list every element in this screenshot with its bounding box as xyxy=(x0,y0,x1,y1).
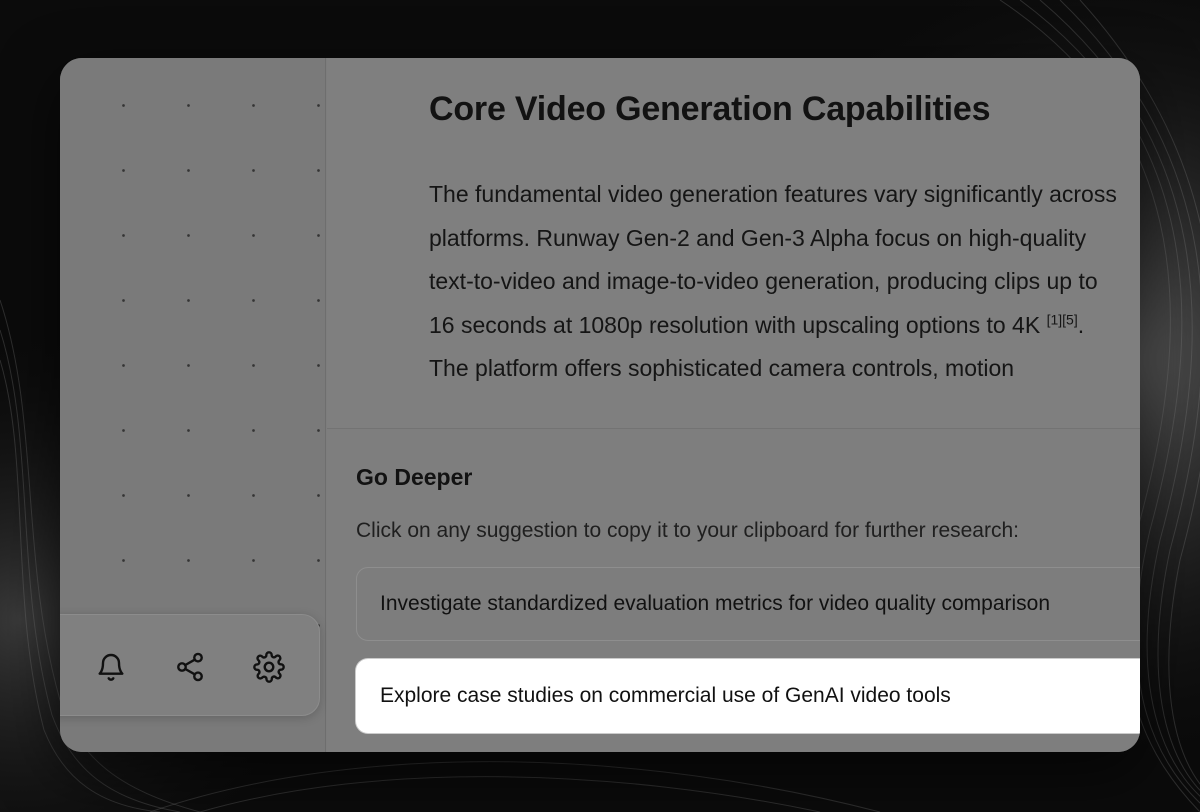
go-deeper-hint: Click on any suggestion to copy it to yo… xyxy=(356,519,1019,542)
article-content: Core Video Generation Capabilities The f… xyxy=(327,58,1140,428)
bell-icon xyxy=(98,653,124,681)
suggestion-button-highlighted[interactable]: Explore case studies on commercial use o… xyxy=(356,659,1140,733)
citation-link[interactable]: [1][5] xyxy=(1047,311,1078,327)
article-paragraph: The fundamental video generation feature… xyxy=(429,173,1129,391)
go-deeper-panel: Go Deeper Click on any suggestion to cop… xyxy=(327,428,1140,752)
icon-dock xyxy=(60,614,320,716)
article-title: Core Video Generation Capabilities xyxy=(429,90,991,128)
share-icon xyxy=(177,652,203,682)
go-deeper-title: Go Deeper xyxy=(356,464,473,490)
suggestion-button[interactable]: Investigate standardized evaluation metr… xyxy=(356,567,1140,641)
notifications-button[interactable] xyxy=(93,649,129,685)
article-text: The fundamental video generation feature… xyxy=(429,181,1117,338)
article-body: The fundamental video generation feature… xyxy=(429,173,1129,391)
sidebar xyxy=(60,58,326,752)
app-window: Core Video Generation Capabilities The f… xyxy=(60,58,1140,752)
settings-button[interactable] xyxy=(251,649,287,685)
share-button[interactable] xyxy=(172,649,208,685)
gear-icon xyxy=(253,651,285,683)
